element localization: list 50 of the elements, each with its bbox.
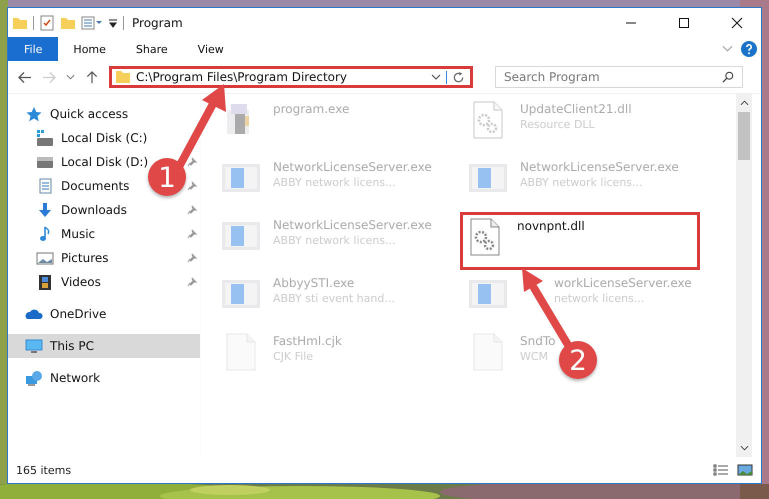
picture-icon: [36, 250, 54, 266]
checklist-icon[interactable]: [39, 14, 55, 30]
thumbnail-view-icon[interactable]: [737, 464, 753, 476]
item-count: 165 items: [16, 464, 72, 476]
properties-icon[interactable]: [81, 14, 103, 30]
ribbon-tab[interactable]: File: [8, 37, 58, 61]
search-field[interactable]: Search Program: [495, 66, 743, 88]
scroll-up-icon[interactable]: [740, 100, 748, 106]
scroll-down-icon[interactable]: [740, 445, 748, 451]
nav-item[interactable]: Network: [50, 371, 100, 385]
chevron-down-icon[interactable]: [431, 74, 441, 80]
ribbon-tab[interactable]: Share: [120, 37, 183, 61]
back-arrow-icon[interactable]: [18, 70, 32, 84]
nav-item[interactable]: Pictures: [61, 251, 109, 265]
pin-icon[interactable]: [187, 181, 197, 191]
help-icon[interactable]: [741, 41, 757, 57]
search-icon: [722, 71, 734, 83]
address-bar[interactable]: C:\Program Files\Program Directory: [109, 66, 473, 88]
nav-item[interactable]: Local Disk (D:): [61, 155, 148, 169]
pin-icon[interactable]: [187, 229, 197, 239]
nav-item[interactable]: Quick access: [50, 107, 128, 121]
pin-icon[interactable]: [187, 253, 197, 263]
ribbon-tab[interactable]: Home: [58, 37, 121, 61]
file-name[interactable]: novnpnt.dll: [517, 219, 585, 233]
star-icon: [25, 106, 43, 122]
film-strip-icon: [36, 274, 54, 290]
nav-item[interactable]: This PC: [50, 339, 94, 353]
nav-item[interactable]: Documents: [61, 179, 130, 193]
nav-item[interactable]: Videos: [61, 275, 101, 289]
scrollbar-thumb[interactable]: [738, 112, 750, 160]
pin-icon[interactable]: [187, 157, 197, 167]
nav-item[interactable]: Local Disk (C:): [61, 131, 148, 145]
scrollbar[interactable]: [736, 94, 752, 457]
pin-icon[interactable]: [187, 277, 197, 287]
monitor-icon: [25, 338, 43, 354]
chevron-down-icon[interactable]: [66, 74, 75, 80]
nav-item[interactable]: OneDrive: [50, 307, 106, 321]
window-title: Program: [132, 16, 183, 30]
pin-icon[interactable]: [187, 205, 197, 215]
folder-icon: [115, 69, 131, 85]
nav-item[interactable]: Music: [61, 227, 96, 241]
drive-icon: [36, 154, 54, 170]
download-arrow-icon: [36, 202, 54, 218]
network-icon: [25, 370, 43, 386]
address-path: C:\Program Files\Program Directory: [136, 70, 348, 84]
details-view-icon[interactable]: [713, 464, 729, 476]
nav-item[interactable]: Downloads: [61, 203, 127, 217]
drive-icon: [36, 130, 54, 146]
up-arrow-icon[interactable]: [85, 70, 99, 84]
ribbon-tab[interactable]: View: [182, 37, 239, 61]
